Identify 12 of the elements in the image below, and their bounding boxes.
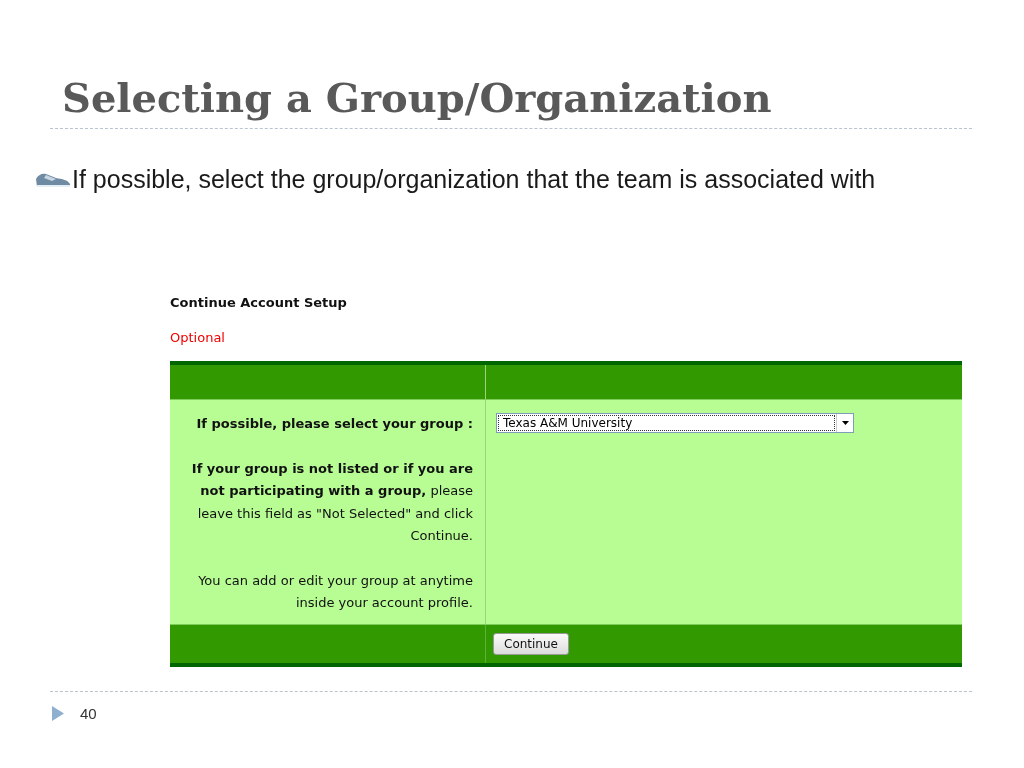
group-dropdown[interactable]: Texas A&M University bbox=[496, 413, 854, 433]
page-number: 40 bbox=[80, 705, 97, 722]
continue-button[interactable]: Continue bbox=[493, 633, 569, 655]
triangle-icon bbox=[52, 706, 64, 721]
bullet-text: If possible, select the group/organization that the team is associated with bbox=[72, 164, 876, 195]
optional-label: Optional bbox=[170, 330, 226, 345]
help-text: If your group is not listed or if you are not participating with a group, please leave this field as "Not Selected" and click Continue. bbox=[190, 459, 473, 545]
slide-title: Selecting a Group/Organization bbox=[62, 73, 773, 123]
help-text: You can add or edit your group at anytime inside your account profile. bbox=[197, 571, 473, 612]
dropdown-arrow-icon bbox=[841, 421, 849, 425]
field-label: If possible, please select your group : bbox=[195, 415, 473, 433]
form-heading: Continue Account Setup bbox=[170, 295, 348, 310]
